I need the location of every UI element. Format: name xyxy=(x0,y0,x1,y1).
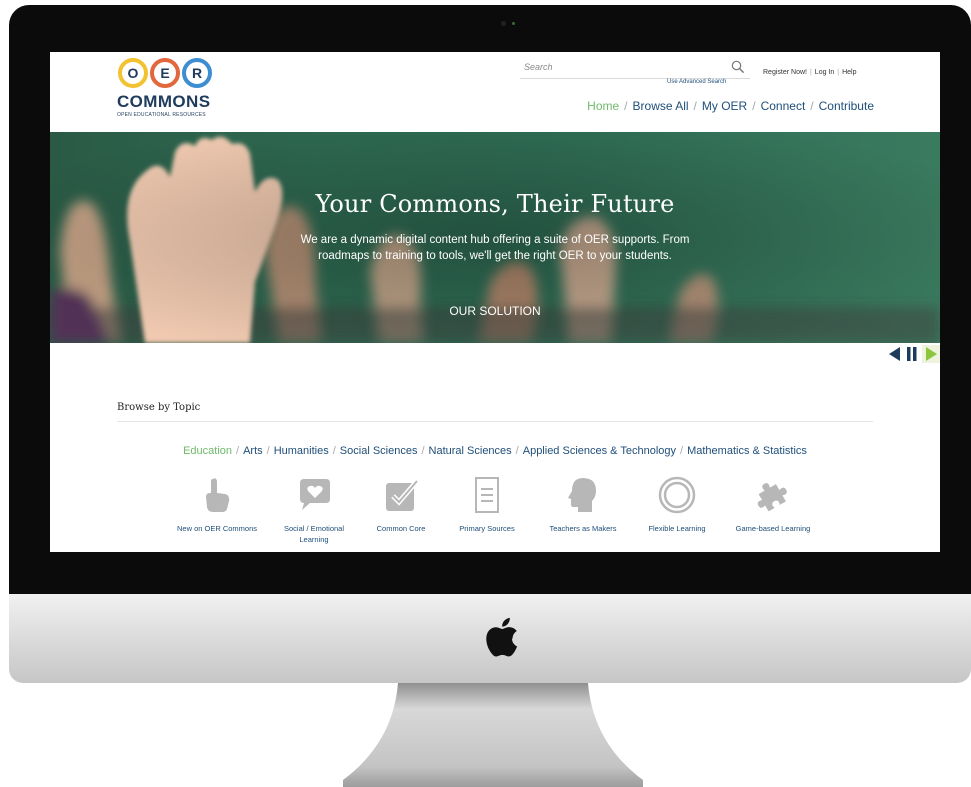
slider-controls xyxy=(886,345,940,363)
search-box xyxy=(520,58,750,79)
topic-icon-grid: New on OER Commons Social / Emotional Le… xyxy=(174,475,854,552)
topic-tile-label: Teachers as Makers xyxy=(549,524,617,533)
topic-arts[interactable]: Arts xyxy=(243,445,263,457)
separator: / xyxy=(266,445,270,457)
logo-tagline: OPEN EDUCATIONAL RESOURCES xyxy=(117,112,206,118)
topic-tile-label: Primary Sources xyxy=(459,524,515,533)
nav-my-oer[interactable]: My OER xyxy=(702,99,747,113)
hero-description: We are a dynamic digital content hub off… xyxy=(300,234,690,262)
separator: / xyxy=(236,445,240,457)
camera-light xyxy=(512,22,515,25)
separator: / xyxy=(752,99,756,113)
logo-circles: O E R xyxy=(118,58,212,88)
previous-icon[interactable] xyxy=(886,345,902,363)
browser-screen: O E R COMMONS OPEN EDUCATIONAL RESOURCES… xyxy=(50,52,940,552)
topic-applied-sciences[interactable]: Applied Sciences & Technology xyxy=(523,445,676,457)
nav-connect[interactable]: Connect xyxy=(761,99,806,113)
pointing-hand-icon xyxy=(206,478,230,512)
separator: / xyxy=(810,99,814,113)
logo-wordmark: COMMONS xyxy=(117,92,211,111)
topic-tile-game-based[interactable]: Game-based Learning xyxy=(730,475,816,534)
main-nav: Home / Browse All / My OER / Connect / Contribut… xyxy=(587,99,874,113)
checkbox-icon xyxy=(386,479,419,511)
topic-tile-label: Social / Emotional Learning xyxy=(283,524,345,544)
separator: / xyxy=(680,445,684,457)
topic-tile-primary-sources[interactable]: Primary Sources xyxy=(444,475,530,534)
topic-social-sciences[interactable]: Social Sciences xyxy=(340,445,418,457)
separator: | xyxy=(837,69,840,76)
speech-bubble-heart-icon xyxy=(300,479,330,510)
hero-title: Your Commons, Their Future xyxy=(315,190,675,218)
divider xyxy=(117,421,873,422)
imac-stand xyxy=(343,683,643,787)
magnifier-icon[interactable] xyxy=(731,60,745,74)
hero-banner: Your Commons, Their Future We are a dyna… xyxy=(50,132,940,343)
camera-icon xyxy=(501,21,506,26)
separator: / xyxy=(515,445,519,457)
topic-tile-sel[interactable]: Social / Emotional Learning xyxy=(271,475,357,545)
topic-education[interactable]: Education xyxy=(183,445,232,457)
topic-natural-sciences[interactable]: Natural Sciences xyxy=(429,445,512,457)
separator: / xyxy=(624,99,628,113)
login-link[interactable]: Log In xyxy=(815,69,834,76)
concentric-circles-icon xyxy=(658,476,696,514)
logo-letter-r: R xyxy=(182,58,212,88)
topic-tile-label: New on OER Commons xyxy=(176,524,258,533)
head-profile-icon xyxy=(568,478,596,512)
topic-tile-label: Flexible Learning xyxy=(648,524,706,533)
topic-humanities[interactable]: Humanities xyxy=(274,445,329,457)
topic-tile-common-core[interactable]: Common Core xyxy=(358,475,444,534)
topic-tile-label: Common Core xyxy=(376,524,426,533)
separator: / xyxy=(693,99,697,113)
topic-tile-teachers-makers[interactable]: Teachers as Makers xyxy=(540,475,626,534)
pause-icon[interactable] xyxy=(904,345,920,363)
logo-letter-e: E xyxy=(150,58,180,88)
topic-tile-flexible-learning[interactable]: Flexible Learning xyxy=(634,475,720,534)
nav-home[interactable]: Home xyxy=(587,99,619,113)
site-header: O E R COMMONS OPEN EDUCATIONAL RESOURCES… xyxy=(50,52,940,132)
topic-tile-label: Game-based Learning xyxy=(735,524,811,533)
next-icon[interactable] xyxy=(922,345,940,363)
nav-contribute[interactable]: Contribute xyxy=(819,99,874,113)
browse-section: Browse by Topic Education / Arts / Humanitie… xyxy=(50,363,940,552)
topic-tile-new[interactable]: New on OER Commons xyxy=(174,475,260,534)
nav-browse-all[interactable]: Browse All xyxy=(633,99,689,113)
oer-commons-logo[interactable]: O E R COMMONS OPEN EDUCATIONAL RESOURCES xyxy=(108,58,238,126)
search-input[interactable] xyxy=(524,60,704,74)
apple-logo-icon xyxy=(486,617,518,657)
document-icon xyxy=(475,477,499,513)
puzzle-piece-icon xyxy=(757,483,787,512)
advanced-search-link[interactable]: Use Advanced Search xyxy=(667,79,726,85)
our-solution-link[interactable]: OUR SOLUTION xyxy=(50,304,940,318)
logo-letter-o: O xyxy=(118,58,148,88)
user-links: Register Now! | Log In | Help xyxy=(763,69,857,76)
separator: | xyxy=(809,69,812,76)
help-link[interactable]: Help xyxy=(842,69,856,76)
separator: / xyxy=(332,445,336,457)
separator: / xyxy=(421,445,425,457)
topic-mathematics[interactable]: Mathematics & Statistics xyxy=(687,445,807,457)
browse-heading: Browse by Topic xyxy=(117,402,201,413)
topic-nav: Education / Arts / Humanities / Social Science… xyxy=(50,445,940,457)
register-link[interactable]: Register Now! xyxy=(763,69,807,76)
